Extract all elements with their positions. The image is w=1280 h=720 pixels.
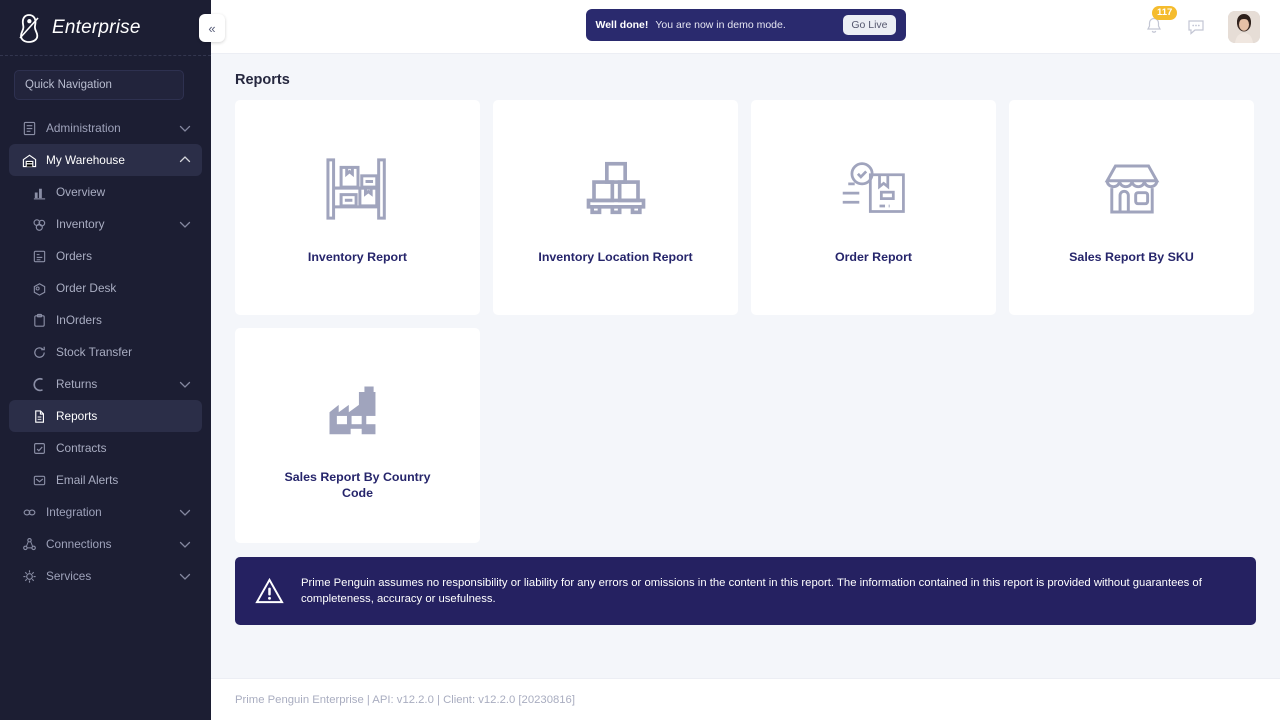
notifications-badge: 117 [1152,5,1178,20]
report-card-inventory-location-report[interactable]: Inventory Location Report [493,100,738,315]
disclaimer-banner: Prime Penguin assumes no responsibility … [235,557,1256,625]
sidebar-item-label: Connections [46,537,112,551]
report-card-inventory-report[interactable]: Inventory Report [235,100,480,315]
orders-icon [31,248,47,264]
banner-strong-text: Well done! [595,19,649,31]
report-card-sales-report-by-country-code[interactable]: Sales Report By Country Code [235,328,480,543]
sidebar-item-inventory[interactable]: Inventory [9,208,202,240]
document-icon [31,408,47,424]
main-area: Well done! You are now in demo mode. Go … [211,0,1280,720]
sidebar-item-label: InOrders [56,313,102,327]
sidebar-item-label: Order Desk [56,281,117,295]
sidebar-item-label: Overview [56,185,106,199]
user-avatar-image [1228,10,1260,43]
content-area: Reports Inventory Report Inventory Locat… [211,54,1280,720]
sidebar-item-services[interactable]: Services [9,560,202,592]
sidebar-item-label: Stock Transfer [56,345,133,359]
report-card-title: Sales Report By SKU [1069,249,1194,264]
email-alert-icon [31,472,47,488]
sidebar-item-connections[interactable]: Connections [9,528,202,560]
avatar[interactable] [1228,10,1260,43]
sidebar-item-label: My Warehouse [46,153,125,167]
reports-grid: Inventory Report Inventory Location Repo… [235,100,1257,543]
chevron-down-icon [179,541,191,548]
sidebar-collapse-button[interactable]: « [199,14,225,42]
footer: Prime Penguin Enterprise | API: v12.2.0 … [211,678,1280,720]
admin-list-icon [21,120,37,136]
report-card-title: Inventory Report [307,249,408,264]
app-root: Enterprise Administration My Warehouse O… [0,0,1280,720]
brand-name: Enterprise [52,16,141,38]
report-card-title: Sales Report By Country Code [284,470,431,500]
warning-triangle-icon [255,577,284,603]
chevron-down-icon [179,125,191,132]
chevron-down-icon [179,381,191,388]
sidebar: Enterprise Administration My Warehouse O… [0,0,211,720]
sidebar-item-label: Reports [56,409,98,423]
sidebar-item-order-desk[interactable]: Order Desk [9,272,202,304]
chevron-down-icon [179,509,191,516]
shelf-rack-boxes-icon [324,150,392,228]
contract-icon [31,440,47,456]
report-card-sales-report-by-sku[interactable]: Sales Report By SKU [1009,100,1254,315]
warehouse-icon [21,152,37,168]
order-desk-icon [31,280,47,296]
sidebar-item-inorders[interactable]: InOrders [9,304,202,336]
sidebar-item-overview[interactable]: Overview [9,176,202,208]
sidebar-item-my-warehouse[interactable]: My Warehouse [9,144,202,176]
sidebar-item-email-alerts[interactable]: Email Alerts [9,464,202,496]
chevron-left-double-icon: « [208,20,216,36]
penguin-logo-icon [19,13,39,43]
topbar: Well done! You are now in demo mode. Go … [211,0,1280,54]
sidebar-item-label: Integration [46,505,102,519]
chat-bubble-icon[interactable] [1186,17,1206,37]
notifications-button[interactable]: 117 [1144,5,1178,38]
demo-mode-banner: Well done! You are now in demo mode. Go … [585,9,906,41]
boxes-icon [31,216,47,232]
page-title: Reports [235,72,290,88]
sidebar-item-administration[interactable]: Administration [9,112,202,144]
report-card-title: Order Report [834,249,913,264]
sidebar-item-reports[interactable]: Reports [9,400,202,432]
sidebar-item-contracts[interactable]: Contracts [9,432,202,464]
link-icon [21,504,37,520]
services-gear-icon [21,568,37,584]
sidebar-nav: Administration My Warehouse Overview Inv… [0,108,211,592]
report-card-title: Inventory Location Report [538,249,693,264]
sidebar-item-label: Email Alerts [56,473,119,487]
storefront-icon [1098,150,1166,228]
bar-chart-icon [31,184,47,200]
sidebar-item-label: Returns [56,377,98,391]
sidebar-item-label: Inventory [56,217,105,231]
go-live-button[interactable]: Go Live [843,15,896,35]
sidebar-item-label: Orders [56,249,93,263]
sidebar-item-label: Services [46,569,92,583]
sidebar-item-label: Administration [46,121,121,135]
quick-navigation-wrap [0,56,211,108]
footer-text: Prime Penguin Enterprise | API: v12.2.0 … [235,693,575,706]
sidebar-item-integration[interactable]: Integration [9,496,202,528]
banner-message: You are now in demo mode. [655,19,786,31]
pallet-boxes-icon [583,150,649,228]
sidebar-item-label: Contracts [56,441,107,455]
disclaimer-text: Prime Penguin assumes no responsibility … [301,576,1202,605]
sidebar-item-stock-transfer[interactable]: Stock Transfer [9,336,202,368]
chevron-up-icon [179,156,191,163]
factory-icon [324,370,392,448]
brand[interactable]: Enterprise [0,0,211,56]
refresh-icon [31,344,47,360]
chevron-down-icon [179,221,191,228]
return-arrow-icon [31,376,47,392]
package-check-icon [839,150,909,228]
report-card-order-report[interactable]: Order Report [751,100,996,315]
sidebar-item-orders[interactable]: Orders [9,240,202,272]
quick-navigation-input[interactable] [14,70,184,100]
sidebar-item-returns[interactable]: Returns [9,368,202,400]
clipboard-icon [31,312,47,328]
chevron-down-icon [179,573,191,580]
connections-icon [21,536,37,552]
